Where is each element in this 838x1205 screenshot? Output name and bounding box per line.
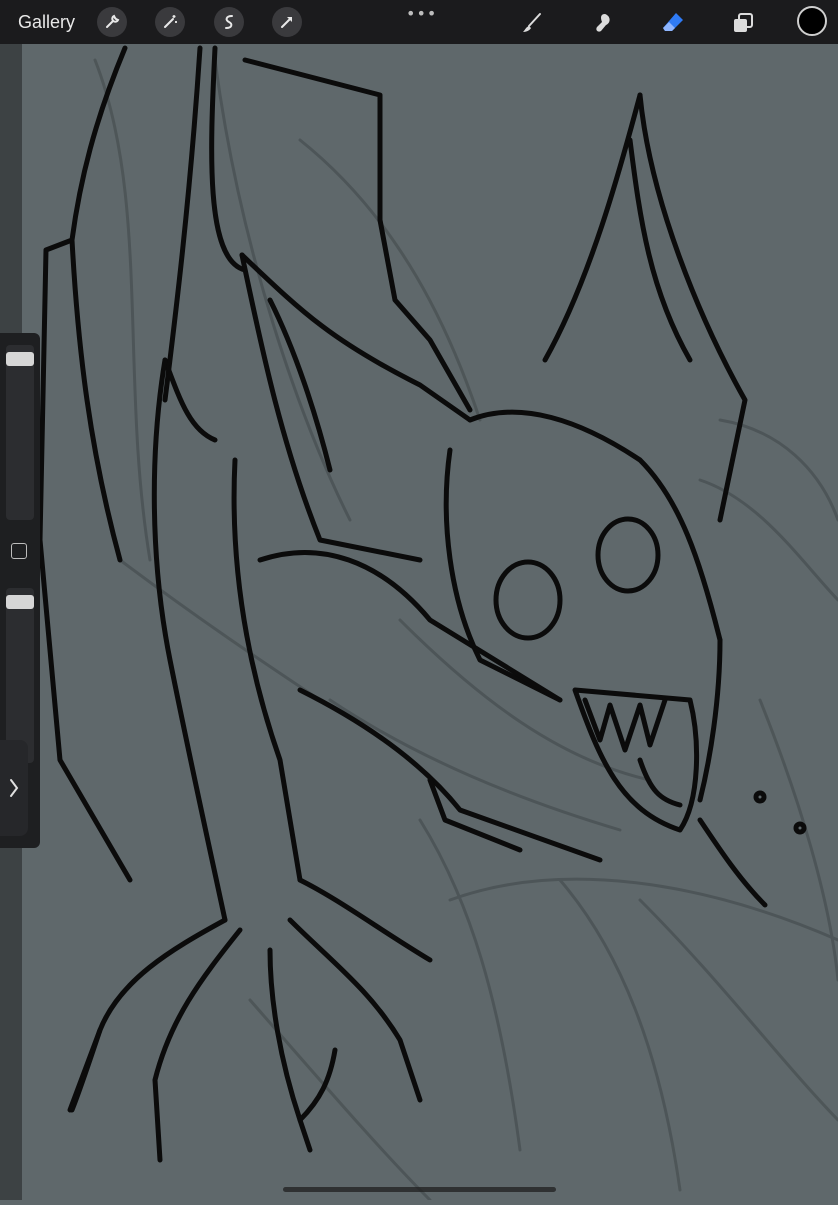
magic-wand-icon[interactable] bbox=[155, 7, 185, 37]
drawing-canvas[interactable] bbox=[0, 44, 838, 1202]
brush-size-slider[interactable] bbox=[6, 345, 34, 520]
sidebar-toggle-button[interactable] bbox=[0, 740, 28, 836]
top-toolbar: Gallery ••• bbox=[0, 0, 838, 44]
home-indicator[interactable] bbox=[283, 1187, 556, 1192]
chevron-right-icon bbox=[10, 779, 19, 797]
smudge-icon[interactable] bbox=[588, 8, 618, 38]
more-options-icon[interactable]: ••• bbox=[406, 4, 437, 23]
wrench-icon[interactable] bbox=[97, 7, 127, 37]
selection-icon[interactable] bbox=[214, 7, 244, 37]
modify-button[interactable] bbox=[11, 543, 27, 559]
opacity-slider[interactable] bbox=[6, 588, 34, 763]
brush-icon[interactable] bbox=[517, 8, 547, 38]
eraser-icon[interactable] bbox=[658, 8, 688, 38]
artwork bbox=[37, 45, 838, 1202]
gallery-button[interactable]: Gallery bbox=[18, 12, 75, 33]
transform-icon[interactable] bbox=[272, 7, 302, 37]
opacity-handle[interactable] bbox=[6, 595, 34, 609]
brush-size-handle[interactable] bbox=[6, 352, 34, 366]
color-picker-swatch[interactable] bbox=[797, 6, 827, 36]
layers-icon[interactable] bbox=[728, 8, 758, 38]
